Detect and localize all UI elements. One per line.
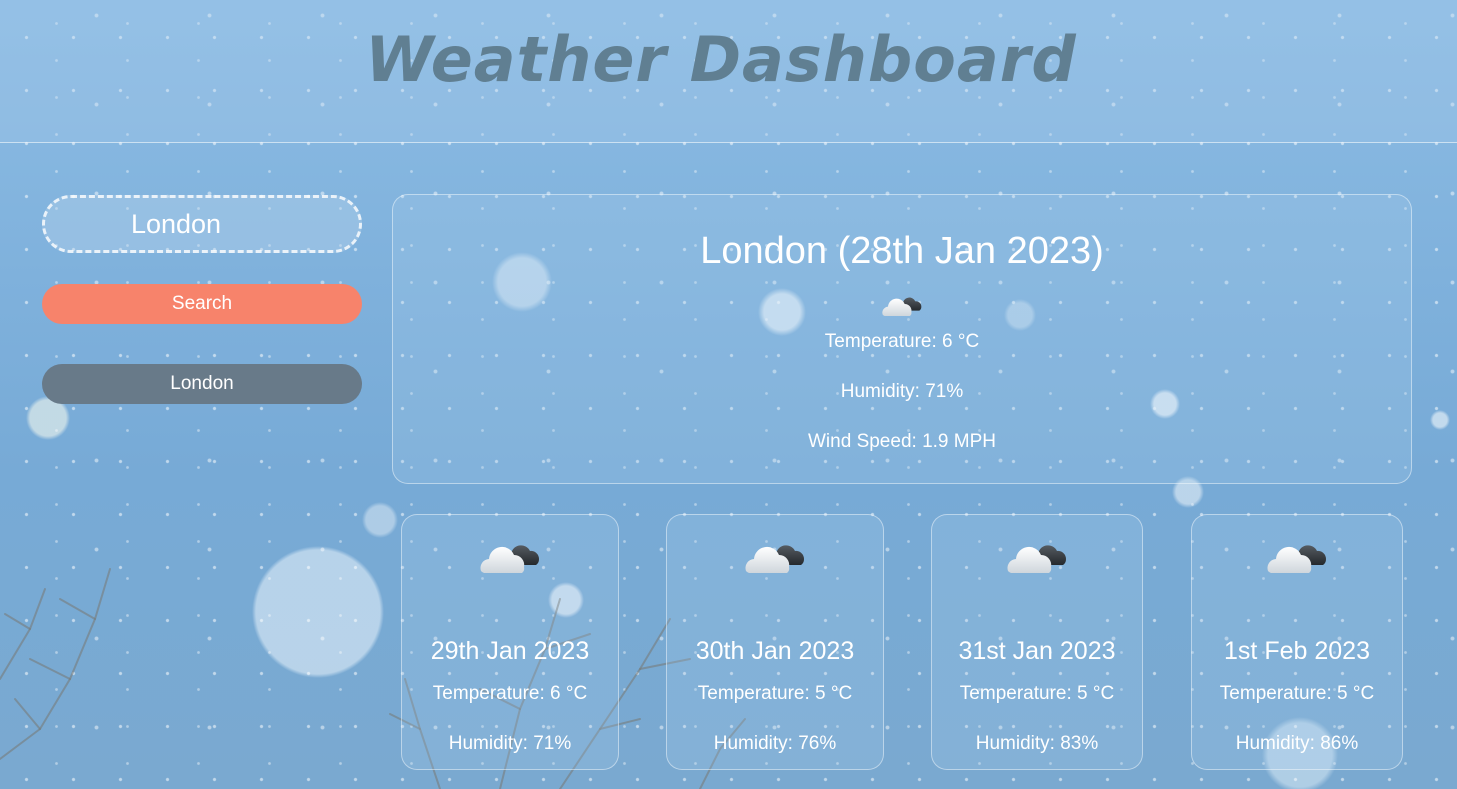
forecast-card: 30th Jan 2023 Temperature: 5 °C Humidity… [666,514,884,770]
forecast-humidity: Humidity: 71% [448,733,572,754]
cloud-sun-icon [393,289,1411,321]
cloud-sun-icon [402,533,618,577]
forecast-temperature: Temperature: 5 °C [1219,683,1375,704]
header: Weather Dashboard [0,0,1457,143]
forecast-date: 29th Jan 2023 [430,637,590,665]
search-button[interactable]: Search [42,284,362,324]
forecast-card: 31st Jan 2023 Temperature: 5 °C Humidity… [931,514,1143,770]
current-temperature: Temperature: 6 °C [824,331,980,352]
forecast-card: 29th Jan 2023 Temperature: 6 °C Humidity… [401,514,619,770]
forecast-humidity: Humidity: 76% [713,733,837,754]
cloud-sun-icon [932,533,1142,577]
forecast-card: 1st Feb 2023 Temperature: 5 °C Humidity:… [1191,514,1403,770]
search-input[interactable] [42,195,362,253]
current-humidity: Humidity: 71% [840,381,964,402]
cloud-sun-icon [667,533,883,577]
forecast-temperature: Temperature: 5 °C [959,683,1115,704]
forecast-temperature: Temperature: 6 °C [432,683,588,704]
current-weather-panel: London (28th Jan 2023) Temperature: 6 °C… [392,194,1412,484]
forecast-date: 1st Feb 2023 [1224,637,1370,665]
forecast-humidity: Humidity: 83% [975,733,1099,754]
current-wind-speed: Wind Speed: 1.9 MPH [808,431,996,452]
forecast-date: 31st Jan 2023 [958,637,1116,665]
current-weather-heading: London (28th Jan 2023) [700,230,1104,272]
forecast-temperature: Temperature: 5 °C [697,683,853,704]
page-title: Weather Dashboard [365,22,1077,96]
forecast-date: 30th Jan 2023 [695,637,855,665]
cloud-sun-icon [1192,533,1402,577]
forecast-humidity: Humidity: 86% [1235,733,1359,754]
history-button-london[interactable]: London [42,364,362,404]
